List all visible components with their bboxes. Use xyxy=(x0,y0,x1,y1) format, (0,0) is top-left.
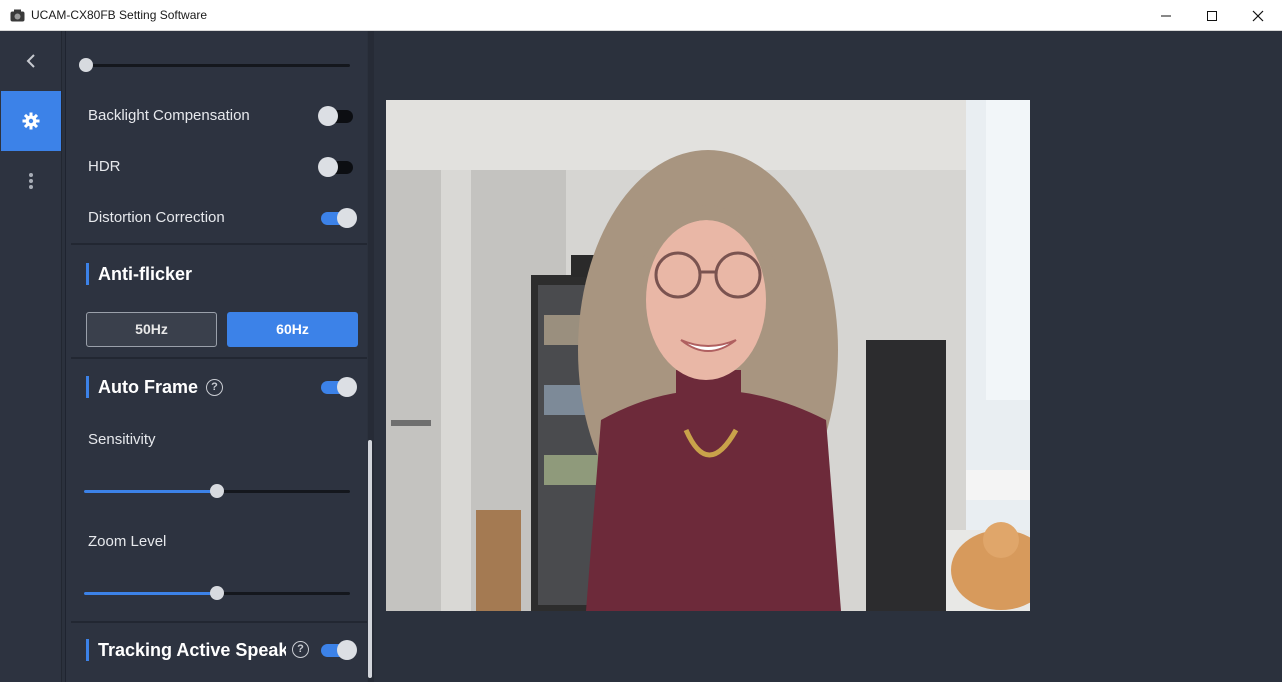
slider-thumb[interactable] xyxy=(79,58,93,72)
hdr-toggle[interactable] xyxy=(318,157,354,177)
hdr-label: HDR xyxy=(88,158,121,175)
tracking-active-speaker-title: Tracking Active Speaker xyxy=(86,639,286,661)
back-button[interactable] xyxy=(0,31,62,91)
maximize-button[interactable] xyxy=(1189,0,1235,31)
backlight-compensation-toggle[interactable] xyxy=(318,106,354,126)
chevron-left-icon xyxy=(26,54,35,68)
close-icon xyxy=(1252,10,1264,21)
title-bar: UCAM-CX80FB Setting Software xyxy=(0,0,1282,31)
settings-panel: Backlight Compensation HDR Distortion Co… xyxy=(65,31,367,682)
divider xyxy=(71,621,367,623)
camera-preview xyxy=(386,100,1030,611)
anti-flicker-50hz-button[interactable]: 50Hz xyxy=(86,312,217,347)
slider-thumb[interactable] xyxy=(210,586,224,600)
nav-rail xyxy=(0,31,62,682)
top-slider[interactable] xyxy=(79,58,350,72)
anti-flicker-title: Anti-flicker xyxy=(86,263,192,285)
settings-nav-button[interactable] xyxy=(1,91,61,151)
sensitivity-label: Sensitivity xyxy=(88,431,156,448)
minimize-button[interactable] xyxy=(1143,0,1189,31)
more-options-button[interactable] xyxy=(0,156,62,206)
gear-icon xyxy=(22,112,40,130)
zoom-level-label: Zoom Level xyxy=(88,533,167,550)
camera-feed-image xyxy=(386,100,1030,611)
vertical-dots-icon xyxy=(29,173,33,189)
maximize-icon xyxy=(1207,10,1217,21)
anti-flicker-60hz-button[interactable]: 60Hz xyxy=(227,312,358,347)
divider xyxy=(71,357,367,359)
window-title: UCAM-CX80FB Setting Software xyxy=(31,8,208,22)
divider xyxy=(71,243,367,245)
distortion-correction-toggle[interactable] xyxy=(321,208,357,228)
auto-frame-help-icon[interactable]: ? xyxy=(206,379,223,396)
tracking-help-icon[interactable]: ? xyxy=(292,641,309,658)
minimize-icon xyxy=(1161,15,1171,16)
slider-fill xyxy=(84,592,217,595)
sensitivity-slider[interactable] xyxy=(84,484,350,498)
tracking-title-clip: Tracking Active Speaker xyxy=(66,637,286,665)
auto-frame-toggle[interactable] xyxy=(321,377,357,397)
camera-app-icon xyxy=(10,9,25,22)
slider-fill xyxy=(84,490,217,493)
auto-frame-title: Auto Frame xyxy=(86,376,198,398)
slider-thumb[interactable] xyxy=(210,484,224,498)
panel-scrollbar-thumb[interactable] xyxy=(368,440,372,678)
zoom-level-slider[interactable] xyxy=(84,586,350,600)
distortion-correction-label: Distortion Correction xyxy=(88,209,225,226)
backlight-compensation-label: Backlight Compensation xyxy=(88,107,250,124)
slider-rail xyxy=(84,64,350,67)
close-button[interactable] xyxy=(1235,0,1281,31)
tracking-active-speaker-toggle[interactable] xyxy=(321,640,357,660)
